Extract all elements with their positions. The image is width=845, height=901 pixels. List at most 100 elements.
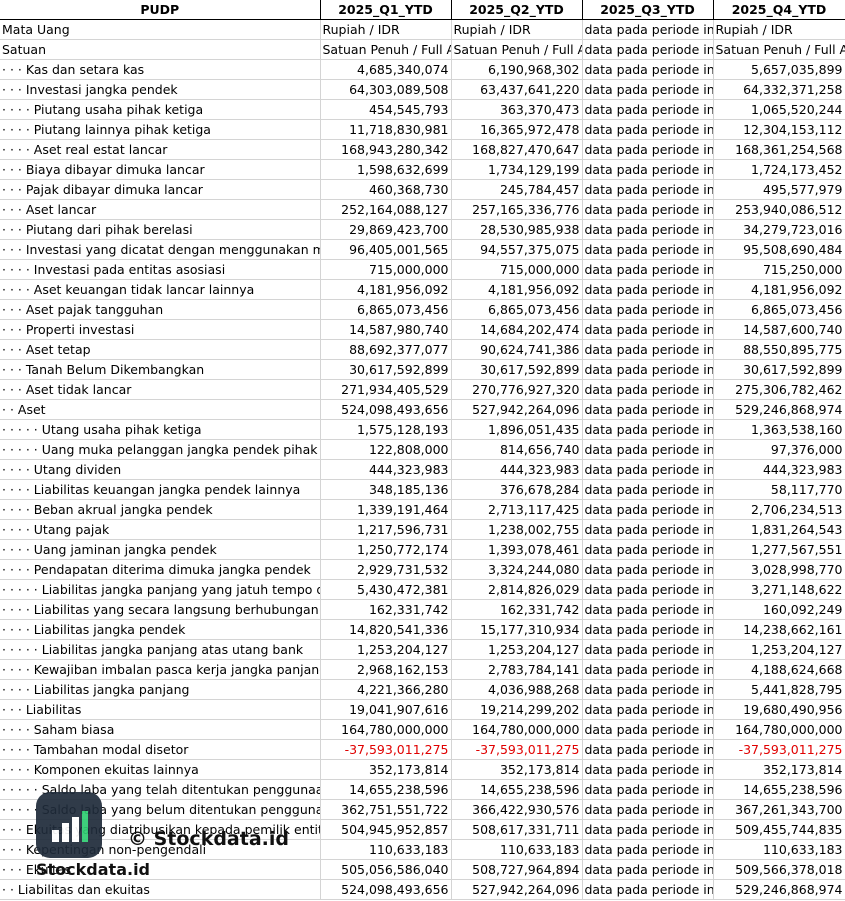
row-label[interactable]: · · · · · Saldo laba yang belum ditentuk… xyxy=(0,799,321,820)
row-label[interactable]: Mata Uang xyxy=(0,19,321,40)
cell-q1[interactable]: 1,339,191,464 xyxy=(320,499,452,520)
cell-q4[interactable]: 95,508,690,484 xyxy=(713,239,845,260)
cell-q1[interactable]: 505,056,586,040 xyxy=(320,859,452,880)
cell-q1[interactable]: 460,368,730 xyxy=(320,179,452,200)
cell-q2[interactable]: 6,190,968,302 xyxy=(451,59,583,80)
cell-q4[interactable]: 5,657,035,899 xyxy=(713,59,845,80)
cell-q2[interactable]: 3,324,244,080 xyxy=(451,559,583,580)
cell-q4[interactable]: 14,655,238,596 xyxy=(713,779,845,800)
cell-q2[interactable]: -37,593,011,275 xyxy=(451,739,583,760)
cell-q3[interactable]: data pada periode ini tidak tersedia xyxy=(582,179,714,200)
cell-q3[interactable]: data pada periode ini tidak tersedia xyxy=(582,299,714,320)
cell-q2[interactable]: 168,827,470,647 xyxy=(451,139,583,160)
cell-q2[interactable]: 28,530,985,938 xyxy=(451,219,583,240)
cell-q3[interactable]: data pada periode ini tidak tersedia xyxy=(582,399,714,420)
cell-q3[interactable]: data pada periode ini tidak tersedia xyxy=(582,559,714,580)
cell-q2[interactable]: 376,678,284 xyxy=(451,479,583,500)
cell-q4[interactable]: 58,117,770 xyxy=(713,479,845,500)
cell-q1[interactable]: 6,865,073,456 xyxy=(320,299,452,320)
cell-q2[interactable]: 352,173,814 xyxy=(451,759,583,780)
cell-q3[interactable]: data pada periode ini tidak tersedia xyxy=(582,759,714,780)
cell-q1[interactable]: 162,331,742 xyxy=(320,599,452,620)
row-label[interactable]: · · Liabilitas dan ekuitas xyxy=(0,879,321,900)
cell-q3[interactable]: data pada periode ini tidak tersedia xyxy=(582,279,714,300)
cell-q2[interactable]: 30,617,592,899 xyxy=(451,359,583,380)
cell-q2[interactable]: 164,780,000,000 xyxy=(451,719,583,740)
cell-q2[interactable]: Rupiah / IDR xyxy=(451,19,583,40)
cell-q4[interactable]: 1,363,538,160 xyxy=(713,419,845,440)
row-label[interactable]: · · · · Liabilitas yang secara langsung … xyxy=(0,599,321,620)
cell-q2[interactable]: 90,624,741,386 xyxy=(451,339,583,360)
cell-q3[interactable]: data pada periode ini tidak tersedia xyxy=(582,79,714,100)
row-label[interactable]: · · · Properti investasi xyxy=(0,319,321,340)
cell-q2[interactable]: 4,036,988,268 xyxy=(451,679,583,700)
cell-q1[interactable]: 1,250,772,174 xyxy=(320,539,452,560)
cell-q2[interactable]: 94,557,375,075 xyxy=(451,239,583,260)
row-label[interactable]: · · · · Liabilitas keuangan jangka pende… xyxy=(0,479,321,500)
row-label[interactable]: · · · · Kewajiban imbalan pasca kerja ja… xyxy=(0,659,321,680)
cell-q2[interactable]: 1,253,204,127 xyxy=(451,639,583,660)
cell-q4[interactable]: 495,577,979 xyxy=(713,179,845,200)
cell-q3[interactable]: data pada periode ini tidak tersedia xyxy=(582,819,714,840)
cell-q1[interactable]: 352,173,814 xyxy=(320,759,452,780)
cell-q1[interactable]: 11,718,830,981 xyxy=(320,119,452,140)
cell-q1[interactable]: 454,545,793 xyxy=(320,99,452,120)
cell-q1[interactable]: 2,968,162,153 xyxy=(320,659,452,680)
cell-q1[interactable]: 252,164,088,127 xyxy=(320,199,452,220)
cell-q3[interactable]: data pada periode ini tidak tersedia xyxy=(582,619,714,640)
cell-q1[interactable]: 1,253,204,127 xyxy=(320,639,452,660)
cell-q4[interactable]: 4,181,956,092 xyxy=(713,279,845,300)
cell-q2[interactable]: 245,784,457 xyxy=(451,179,583,200)
header-q3[interactable]: 2025_Q3_YTD xyxy=(582,0,714,20)
row-label[interactable]: · · · Pajak dibayar dimuka lancar xyxy=(0,179,321,200)
cell-q3[interactable]: data pada periode ini tidak tersedia xyxy=(582,719,714,740)
cell-q3[interactable]: data pada periode ini tidak tersedia xyxy=(582,419,714,440)
cell-q4[interactable]: 34,279,723,016 xyxy=(713,219,845,240)
cell-q4[interactable]: 529,246,868,974 xyxy=(713,399,845,420)
cell-q2[interactable]: 162,331,742 xyxy=(451,599,583,620)
row-label[interactable]: · · · Piutang dari pihak berelasi xyxy=(0,219,321,240)
cell-q1[interactable]: 271,934,405,529 xyxy=(320,379,452,400)
cell-q4[interactable]: 1,253,204,127 xyxy=(713,639,845,660)
row-label[interactable]: · · · · Komponen ekuitas lainnya xyxy=(0,759,321,780)
cell-q3[interactable]: data pada periode ini tidak tersedia xyxy=(582,799,714,820)
cell-q2[interactable]: 19,214,299,202 xyxy=(451,699,583,720)
cell-q4[interactable]: 168,361,254,568 xyxy=(713,139,845,160)
cell-q1[interactable]: 88,692,377,077 xyxy=(320,339,452,360)
row-label[interactable]: · · · · Saham biasa xyxy=(0,719,321,740)
row-label[interactable]: · · · Investasi yang dicatat dengan meng… xyxy=(0,239,321,260)
cell-q2[interactable]: 2,783,784,141 xyxy=(451,659,583,680)
cell-q2[interactable]: Satuan Penuh / Full Amount xyxy=(451,39,583,60)
cell-q2[interactable]: 1,393,078,461 xyxy=(451,539,583,560)
cell-q4[interactable]: 64,332,371,258 xyxy=(713,79,845,100)
cell-q4[interactable]: 715,250,000 xyxy=(713,259,845,280)
cell-q3[interactable]: data pada periode ini tidak tersedia xyxy=(582,319,714,340)
row-label[interactable]: · · · · Liabilitas jangka pendek xyxy=(0,619,321,640)
cell-q2[interactable]: 1,238,002,755 xyxy=(451,519,583,540)
cell-q4[interactable]: 19,680,490,956 xyxy=(713,699,845,720)
cell-q2[interactable]: 508,617,331,711 xyxy=(451,819,583,840)
row-label[interactable]: · · · · Liabilitas jangka panjang xyxy=(0,679,321,700)
cell-q4[interactable]: 3,028,998,770 xyxy=(713,559,845,580)
cell-q3[interactable]: data pada periode ini tidak tersedia xyxy=(582,199,714,220)
cell-q4[interactable]: 352,173,814 xyxy=(713,759,845,780)
cell-q3[interactable]: data pada periode ini tidak tersedia xyxy=(582,459,714,480)
cell-q1[interactable]: 19,041,907,616 xyxy=(320,699,452,720)
cell-q2[interactable]: 2,814,826,029 xyxy=(451,579,583,600)
cell-q3[interactable]: data pada periode ini tidak tersedia xyxy=(582,779,714,800)
cell-q4[interactable]: 1,277,567,551 xyxy=(713,539,845,560)
cell-q4[interactable]: 1,831,264,543 xyxy=(713,519,845,540)
cell-q4[interactable]: 509,566,378,018 xyxy=(713,859,845,880)
cell-q4[interactable]: 30,617,592,899 xyxy=(713,359,845,380)
cell-q4[interactable]: Rupiah / IDR xyxy=(713,19,845,40)
cell-q3[interactable]: data pada periode ini tidak tersedia xyxy=(582,439,714,460)
row-label[interactable]: · · Aset xyxy=(0,399,321,420)
cell-q4[interactable]: 2,706,234,513 xyxy=(713,499,845,520)
row-label[interactable]: · · · · Utang dividen xyxy=(0,459,321,480)
cell-q3[interactable]: data pada periode ini tidak tersedia xyxy=(582,699,714,720)
cell-q2[interactable]: 1,734,129,199 xyxy=(451,159,583,180)
cell-q1[interactable]: 164,780,000,000 xyxy=(320,719,452,740)
cell-q4[interactable]: 5,441,828,795 xyxy=(713,679,845,700)
cell-q3[interactable]: data pada periode ini tidak tersedia xyxy=(582,599,714,620)
row-label[interactable]: · · · · Aset real estat lancar xyxy=(0,139,321,160)
